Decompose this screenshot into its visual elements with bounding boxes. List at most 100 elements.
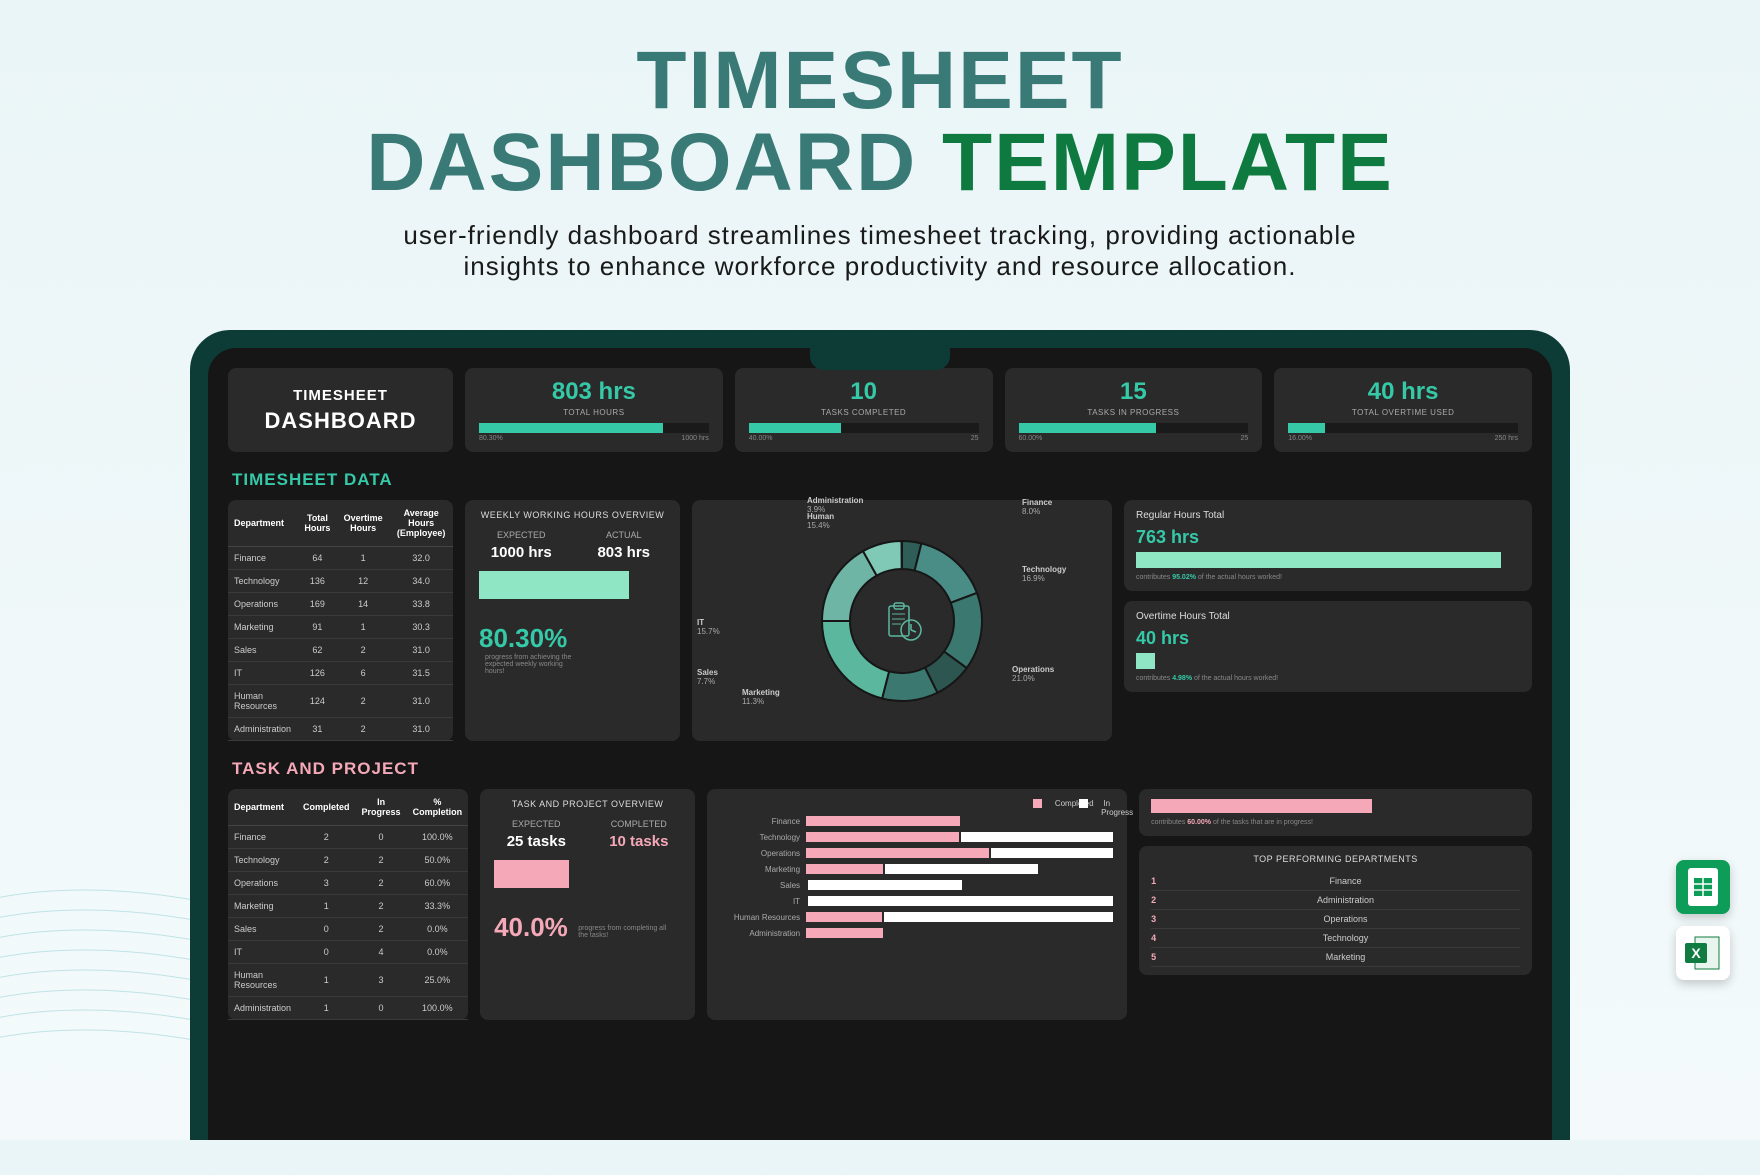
- section-title-task: TASK AND PROJECT: [232, 759, 1532, 779]
- task-progress-bar: [494, 860, 569, 888]
- rank-row: 4Technology: [1151, 929, 1520, 948]
- platform-badges: X: [1676, 860, 1730, 980]
- table-row: IT126631.5: [228, 662, 453, 685]
- donut-label: Technology16.9%: [1022, 565, 1066, 583]
- hbar-row: Sales: [721, 880, 1113, 890]
- task-table: DepartmentCompletedIn Progress% Completi…: [228, 789, 468, 1020]
- table-row: Operations3260.0%: [228, 872, 468, 895]
- donut-label: Marketing11.3%: [742, 688, 780, 706]
- hbar-row: IT: [721, 896, 1113, 906]
- sheets-icon: [1676, 860, 1730, 914]
- hbar-row: Human Resources: [721, 912, 1113, 922]
- page-title: TIMESHEET DASHBOARD TEMPLATE: [0, 40, 1760, 204]
- rank-row: 5Marketing: [1151, 948, 1520, 967]
- table-row: Administration10100.0%: [228, 997, 468, 1020]
- totals-column: Regular Hours Total 763 hrs contributes …: [1124, 500, 1532, 741]
- table-row: Marketing91130.3: [228, 616, 453, 639]
- weekly-overview-title: WEEKLY WORKING HOURS OVERVIEW: [479, 510, 666, 520]
- kpi-value: 15: [1019, 378, 1249, 406]
- overtime-hours-card: Overtime Hours Total 40 hrs contributes …: [1124, 601, 1532, 692]
- table-row: Technology2250.0%: [228, 849, 468, 872]
- donut-label: IT15.7%: [697, 618, 720, 636]
- timesheet-row: DepartmentTotal HoursOvertime HoursAvera…: [228, 500, 1532, 741]
- expected-tasks: 25 tasks: [494, 833, 579, 850]
- ranking-column: contributes 60.00% of the tasks that are…: [1139, 789, 1532, 1020]
- kpi-card: 15 TASKS IN PROGRESS 60.00%25: [1005, 368, 1263, 452]
- regular-hours-bar: [1136, 552, 1501, 568]
- rank-row: 1Finance: [1151, 872, 1520, 891]
- table-row: Human Resources1325.0%: [228, 964, 468, 997]
- donut-label: Human15.4%: [807, 512, 834, 530]
- task-pct: 40.0%: [494, 912, 568, 942]
- task-bar-chart: Completed In Progress FinanceTechnologyO…: [707, 789, 1127, 1020]
- kpi-label: TASKS COMPLETED: [749, 408, 979, 417]
- rank-row: 3Operations: [1151, 910, 1520, 929]
- excel-icon: X: [1676, 926, 1730, 980]
- col-header: In Progress: [356, 789, 407, 826]
- table-row: Technology1361234.0: [228, 570, 453, 593]
- table-row: Administration31231.0: [228, 718, 453, 741]
- in-progress-share-card: contributes 60.00% of the tasks that are…: [1139, 789, 1532, 836]
- rank-row: 2Administration: [1151, 891, 1520, 910]
- tablet-frame: TIMESHEET DASHBOARD 803 hrs TOTAL HOURS …: [190, 330, 1570, 1140]
- subtitle: user-friendly dashboard streamlines time…: [0, 220, 1760, 282]
- timesheet-table: DepartmentTotal HoursOvertime HoursAvera…: [228, 500, 453, 741]
- col-header: Average Hours (Employee): [389, 500, 453, 547]
- kpi-label: TOTAL HOURS: [479, 408, 709, 417]
- hbar-row: Operations: [721, 848, 1113, 858]
- col-header: Total Hours: [298, 500, 337, 547]
- title-line2b: TEMPLATE: [942, 117, 1394, 208]
- legend: Completed In Progress: [721, 799, 1113, 808]
- col-header: Overtime Hours: [337, 500, 389, 547]
- kpi-progress: [1019, 423, 1249, 433]
- kpi-label: TOTAL OVERTIME USED: [1288, 408, 1518, 417]
- notch: [810, 348, 950, 370]
- table-row: Marketing1233.3%: [228, 895, 468, 918]
- table-row: IT040.0%: [228, 941, 468, 964]
- col-header: Department: [228, 789, 297, 826]
- task-overview-title: TASK AND PROJECT OVERVIEW: [494, 799, 681, 809]
- weekly-pct: 80.30%: [479, 623, 567, 653]
- kpi-progress: [479, 423, 709, 433]
- dashboard-screen: TIMESHEET DASHBOARD 803 hrs TOTAL HOURS …: [208, 348, 1552, 1140]
- kpi-progress: [1288, 423, 1518, 433]
- overtime-hours-value: 40 hrs: [1136, 628, 1520, 649]
- donut-slice: [915, 543, 977, 602]
- kpi-value: 10: [749, 378, 979, 406]
- kpi-label: TASKS IN PROGRESS: [1019, 408, 1249, 417]
- donut-label: Operations21.0%: [1012, 665, 1054, 683]
- kpi-card: 803 hrs TOTAL HOURS 80.30%1000 hrs: [465, 368, 723, 452]
- completed-tasks: 10 tasks: [597, 833, 682, 850]
- col-header: Department: [228, 500, 298, 547]
- kpi-progress: [749, 423, 979, 433]
- col-header: Completed: [297, 789, 356, 826]
- title-pre: TIMESHEET: [242, 387, 439, 404]
- table-row: Operations1691433.8: [228, 593, 453, 616]
- kpi-value: 803 hrs: [479, 378, 709, 406]
- dashboard-title-card: TIMESHEET DASHBOARD: [228, 368, 453, 452]
- kpi-value: 40 hrs: [1288, 378, 1518, 406]
- kpi-card: 40 hrs TOTAL OVERTIME USED 16.00%250 hrs: [1274, 368, 1532, 452]
- expected-hours: 1000 hrs: [479, 544, 564, 561]
- top-departments-title: TOP PERFORMING DEPARTMENTS: [1151, 854, 1520, 864]
- donut-slice: [822, 621, 889, 698]
- title-line2a: DASHBOARD: [366, 117, 917, 208]
- task-overview-card: TASK AND PROJECT OVERVIEW EXPECTED25 tas…: [480, 789, 695, 1020]
- overtime-hours-bar: [1136, 653, 1155, 669]
- title-main: DASHBOARD: [242, 408, 439, 434]
- hbar-row: Finance: [721, 816, 1113, 826]
- kpi-card: 10 TASKS COMPLETED 40.00%25: [735, 368, 993, 452]
- table-row: Sales020.0%: [228, 918, 468, 941]
- donut-label: Sales7.7%: [697, 668, 718, 686]
- donut-chart: Administration3.9%Human15.4%IT15.7%Sales…: [692, 500, 1112, 741]
- svg-text:X: X: [1691, 945, 1701, 961]
- regular-hours-value: 763 hrs: [1136, 527, 1520, 548]
- hbar-row: Marketing: [721, 864, 1113, 874]
- kpi-row: 803 hrs TOTAL HOURS 80.30%1000 hrs10 TAS…: [465, 368, 1532, 452]
- top-departments-card: TOP PERFORMING DEPARTMENTS 1Finance2Admi…: [1139, 846, 1532, 975]
- donut-label: Finance8.0%: [1022, 498, 1052, 516]
- title-line1: TIMESHEET: [636, 35, 1123, 126]
- weekly-overview-card: WEEKLY WORKING HOURS OVERVIEW EXPECTED10…: [465, 500, 680, 741]
- top-row: TIMESHEET DASHBOARD 803 hrs TOTAL HOURS …: [228, 368, 1532, 452]
- weekly-progress-bar: [479, 571, 629, 599]
